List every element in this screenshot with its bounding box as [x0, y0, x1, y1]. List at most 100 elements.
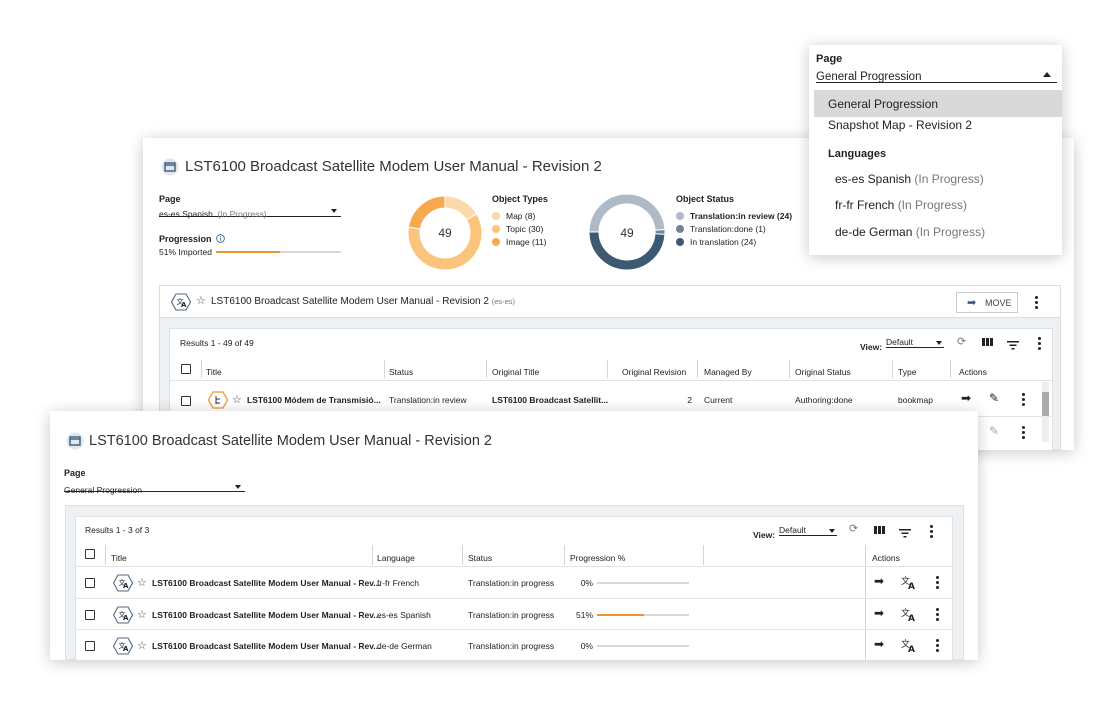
dropdown-page-value: General Progression	[816, 71, 922, 83]
refresh-icon[interactable]: ⟳	[849, 522, 858, 535]
filter-icon[interactable]	[1007, 337, 1019, 355]
star-icon[interactable]: ☆	[137, 639, 147, 652]
row-language: de-de German	[377, 641, 432, 651]
translate-action-icon[interactable]: 文A	[901, 606, 917, 627]
row-checkbox[interactable]	[85, 578, 95, 588]
info-icon	[216, 234, 225, 243]
select-all-checkbox[interactable]	[85, 549, 95, 559]
legend-item-in-translation: In translation (24)	[690, 237, 757, 247]
chevron-up-icon	[1043, 72, 1051, 77]
svg-text:A: A	[908, 614, 915, 622]
row-checkbox[interactable]	[85, 609, 95, 620]
row-title[interactable]: LST6100 Broadcast Satellite Modem User M…	[152, 641, 380, 651]
col-original-title[interactable]: Original Title	[492, 367, 539, 377]
legend-item-done: Translation:done (1)	[690, 224, 766, 234]
col-original-status[interactable]: Original Status	[795, 367, 851, 377]
publication-icon	[161, 158, 179, 176]
page-select-value: General Progression	[64, 485, 142, 495]
col-progression[interactable]: Progression %	[570, 553, 625, 563]
chevron-down-icon	[829, 529, 835, 533]
row-status: Translation:in progress	[468, 578, 555, 588]
chevron-down-icon	[936, 341, 942, 345]
star-icon[interactable]: ☆	[137, 608, 147, 621]
grid-options-icon[interactable]	[930, 525, 933, 540]
dropdown-item-snapshot-map[interactable]: Snapshot Map - Revision 2	[814, 118, 1062, 132]
scrollbar[interactable]	[1042, 382, 1049, 442]
progression-bar	[216, 251, 341, 253]
col-status[interactable]: Status	[389, 367, 413, 377]
star-icon[interactable]: ☆	[232, 393, 242, 406]
progression-text: 51% Imported	[159, 247, 212, 257]
donut-slice-image	[407, 195, 446, 230]
refresh-icon[interactable]: ⟳	[957, 335, 966, 348]
page-select[interactable]: es-es Spanish (In Progress)	[159, 204, 341, 219]
select-all-checkbox[interactable]	[181, 364, 191, 374]
row-options-icon[interactable]	[936, 639, 939, 654]
row-options-icon[interactable]	[936, 607, 939, 623]
col-original-revision[interactable]: Original Revision	[622, 367, 686, 377]
row-checkbox[interactable]	[181, 396, 191, 406]
page-select-value: es-es Spanish	[159, 209, 213, 219]
row-status: Translation:in progress	[468, 609, 555, 620]
sub-panel-header: 文A ☆ LST6100 Broadcast Satellite Modem U…	[160, 286, 1060, 318]
page-label: Page	[159, 194, 181, 204]
dropdown-item-de-de[interactable]: de-de German (In Progress)	[814, 225, 1062, 239]
col-title[interactable]: Title	[111, 553, 127, 563]
row-revision: 2	[687, 395, 692, 405]
row-original-title: LST6100 Broadcast Satellit...	[492, 395, 609, 405]
columns-icon[interactable]	[982, 338, 993, 346]
col-status[interactable]: Status	[468, 553, 492, 563]
dropdown-page-select[interactable]: General Progression	[816, 67, 1057, 83]
row-type: bookmap	[898, 395, 933, 405]
row-checkbox[interactable]	[85, 641, 95, 651]
col-type[interactable]: Type	[898, 367, 916, 377]
col-actions: Actions	[959, 367, 987, 377]
row-progress-text: 0%	[580, 641, 593, 651]
arrow-right-icon[interactable]: ➡	[874, 637, 884, 651]
sub-panel-title: LST6100 Broadcast Satellite Modem User M…	[211, 296, 516, 307]
arrow-right-icon: ➡	[967, 297, 977, 309]
row-title[interactable]: LST6100 Módem de Transmisió...	[247, 395, 381, 405]
pencil-icon[interactable]: ✎	[989, 391, 999, 405]
col-managed-by[interactable]: Managed By	[704, 367, 752, 377]
arrow-right-icon[interactable]: ➡	[874, 606, 884, 620]
dropdown-item-general-progression[interactable]: General Progression	[814, 90, 1062, 117]
star-icon[interactable]: ☆	[137, 576, 147, 589]
object-types-total: 49	[438, 226, 452, 240]
svg-text:A: A	[123, 614, 129, 622]
row-title[interactable]: LST6100 Broadcast Satellite Modem User M…	[152, 610, 380, 620]
col-title[interactable]: Title	[206, 367, 222, 377]
pencil-icon[interactable]: ✎	[989, 424, 999, 438]
svg-text:A: A	[908, 582, 915, 590]
filter-icon[interactable]	[899, 525, 911, 543]
dropdown-section-languages: Languages	[828, 148, 887, 160]
arrow-right-icon[interactable]: ➡	[961, 391, 971, 405]
page-select[interactable]: General Progression	[64, 480, 245, 495]
move-button[interactable]: ➡ MOVE	[956, 292, 1018, 313]
col-language[interactable]: Language	[377, 553, 415, 563]
translation-icon: 文A	[170, 293, 192, 316]
results-count: Results 1 - 49 of 49	[180, 338, 254, 348]
view-select[interactable]: View: Default	[860, 337, 945, 352]
dropdown-item-fr-fr[interactable]: fr-fr French (In Progress)	[814, 198, 1062, 212]
more-options-icon[interactable]	[1035, 296, 1038, 311]
chevron-down-icon	[331, 209, 337, 213]
progression-bar-fill	[216, 251, 280, 253]
translate-action-icon[interactable]: 文A	[901, 637, 917, 658]
row-options-icon[interactable]	[1022, 393, 1025, 408]
dropdown-item-es-es[interactable]: es-es Spanish (In Progress)	[814, 172, 1062, 186]
row-progress-bar	[597, 582, 689, 584]
grid-options-icon[interactable]	[1038, 337, 1041, 352]
view-select[interactable]: View: Default	[753, 525, 838, 540]
row-language: fr-fr French	[377, 578, 420, 588]
arrow-right-icon[interactable]: ➡	[874, 574, 884, 588]
columns-icon[interactable]	[874, 526, 885, 534]
row-options-icon[interactable]	[1022, 426, 1025, 441]
row-progress-text: 0%	[580, 578, 593, 588]
object-status-title: Object Status	[676, 194, 735, 204]
translate-action-icon[interactable]: 文A	[901, 574, 917, 595]
row-options-icon[interactable]	[936, 576, 939, 591]
row-title[interactable]: LST6100 Broadcast Satellite Modem User M…	[152, 578, 380, 588]
star-icon[interactable]: ☆	[196, 294, 206, 307]
col-actions: Actions	[872, 553, 900, 563]
